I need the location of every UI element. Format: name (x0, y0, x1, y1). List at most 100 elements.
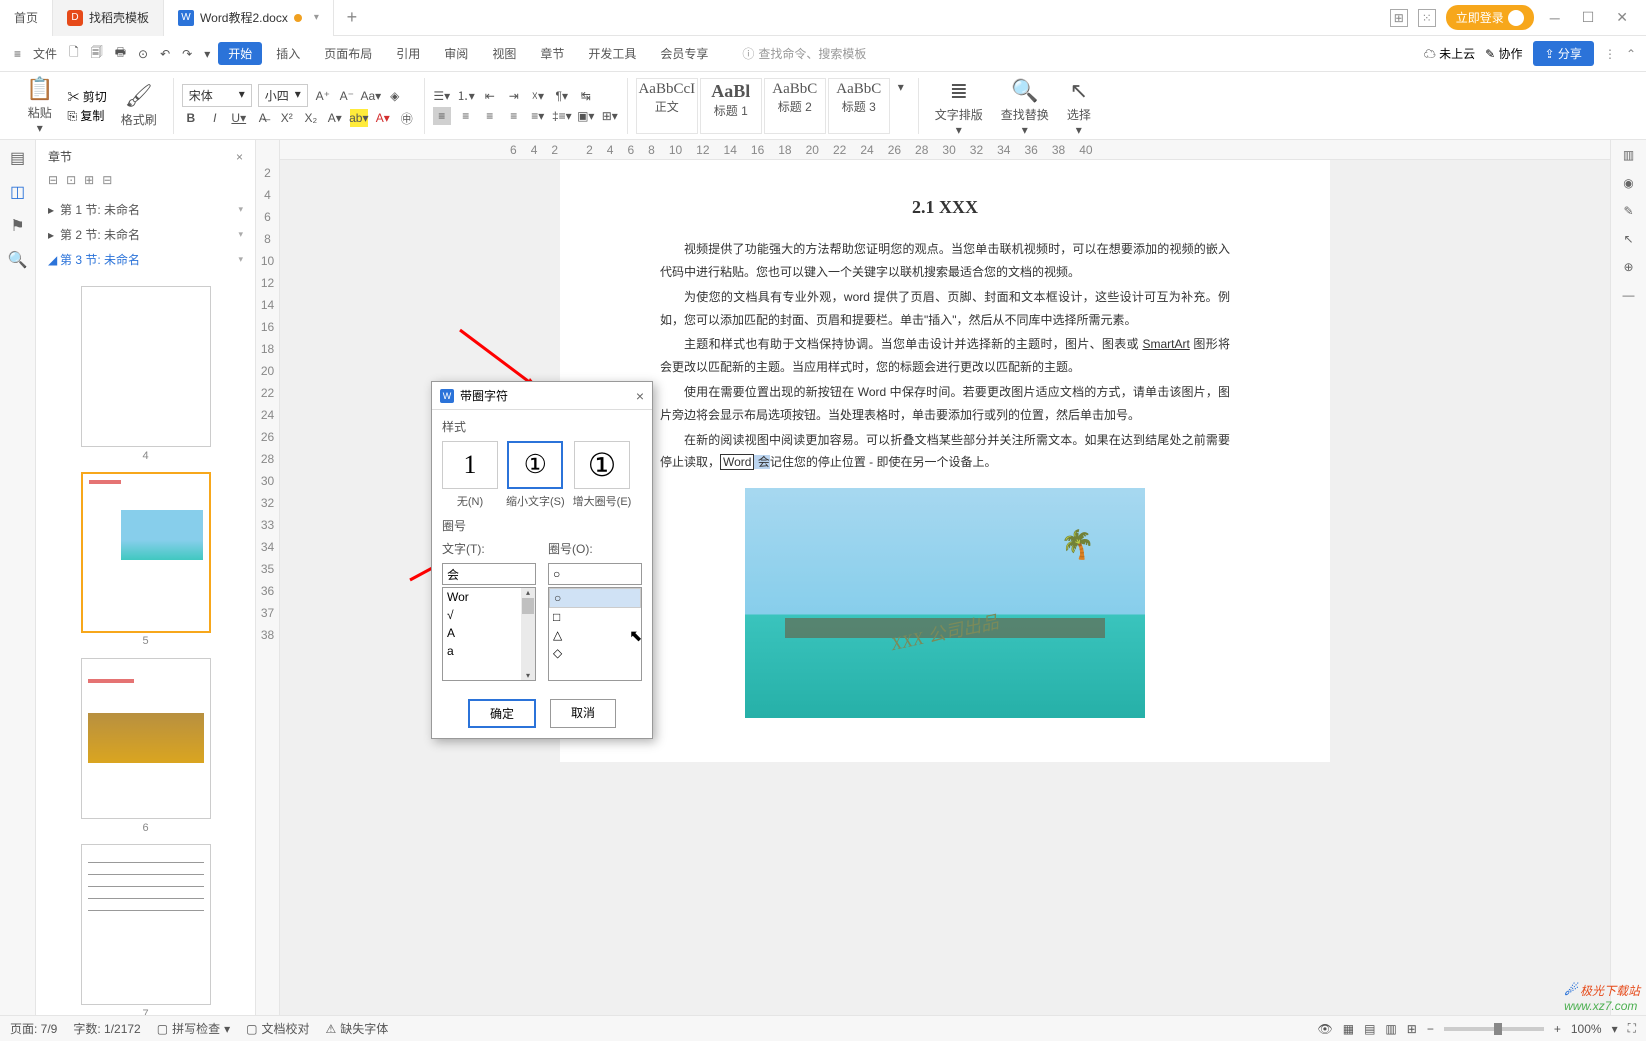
format-painter-button[interactable]: 🖌格式刷 (113, 83, 165, 128)
distribute-icon[interactable]: ≡▾ (529, 107, 547, 125)
panel-close-icon[interactable]: × (236, 150, 243, 164)
palette-icon[interactable]: ◉ (1623, 176, 1633, 190)
dialog-titlebar[interactable]: W 带圈字符 × (432, 382, 652, 410)
save-icon[interactable]: 🗋 (65, 41, 83, 66)
tree-item-3[interactable]: ◢第 3 节: 未命名▾ (48, 247, 243, 272)
clear-format-icon[interactable]: ◈ (386, 87, 404, 105)
tree-item-1[interactable]: ▸第 1 节: 未命名▾ (48, 197, 243, 222)
tabs-icon[interactable]: ↹ (577, 87, 595, 105)
spellcheck-toggle[interactable]: ▢ 拼写检查 ▾ (157, 1020, 230, 1037)
fullscreen-icon[interactable]: ⛶ (1628, 1021, 1636, 1036)
strikethrough-icon[interactable]: A̶ (254, 109, 272, 127)
style-h1[interactable]: AaBl标题 1 (700, 78, 762, 134)
menu-view[interactable]: 视图 (482, 42, 526, 65)
style-enlarge[interactable]: ①增大圈号(E) (573, 441, 632, 509)
font-name-select[interactable]: 宋体▾ (182, 84, 252, 107)
paste-button[interactable]: 📋粘贴▾ (18, 76, 61, 135)
cut-button[interactable]: ✂ 剪切 (67, 88, 106, 105)
maximize-button[interactable]: ☐ (1576, 9, 1601, 26)
show-marks-icon[interactable]: ¶▾ (553, 87, 571, 105)
ring-input[interactable] (548, 563, 642, 585)
select-button[interactable]: ↖选择▾ (1059, 78, 1099, 134)
superscript-icon[interactable]: X² (278, 109, 296, 127)
dialog-cancel-button[interactable]: 取消 (550, 699, 616, 728)
enclose-char-icon[interactable]: ㊥ (398, 109, 416, 127)
missing-fonts[interactable]: ⚠ 缺失字体 (325, 1020, 388, 1037)
menu-references[interactable]: 引用 (386, 42, 430, 65)
highlight-icon[interactable]: ab▾ (350, 109, 368, 127)
word-count[interactable]: 字数: 1/2172 (73, 1020, 140, 1037)
bold-icon[interactable]: B (182, 109, 200, 127)
grid-icon[interactable]: ⊞ (1390, 9, 1408, 27)
text-input[interactable] (442, 563, 536, 585)
italic-icon[interactable]: I (206, 109, 224, 127)
shading-icon[interactable]: ▣▾ (577, 107, 595, 125)
print-icon[interactable]: 🖶 (111, 41, 130, 66)
style-h3[interactable]: AaBbC标题 3 (828, 78, 890, 134)
thumb-5[interactable]: 5 (81, 472, 211, 633)
redo-icon[interactable]: ↷ (178, 45, 196, 63)
style-shrink[interactable]: ①缩小文字(S) (506, 441, 565, 509)
menu-section[interactable]: 章节 (530, 42, 574, 65)
a-icon[interactable]: ⊕ (1623, 260, 1633, 274)
view-print-icon[interactable]: ▦ (1343, 1022, 1354, 1036)
remove-section-icon[interactable]: ⊟ (102, 173, 112, 187)
bullets-icon[interactable]: ☰▾ (433, 87, 451, 105)
pin-icon[interactable]: ▥ (1623, 148, 1634, 162)
align-center-icon[interactable]: ≡ (457, 107, 475, 125)
dialog-ok-button[interactable]: 确定 (468, 699, 536, 728)
tool-icon[interactable]: — (1623, 288, 1635, 302)
menu-page-layout[interactable]: 页面布局 (314, 42, 382, 65)
sections-icon[interactable]: ◫ (10, 182, 25, 202)
coop-button[interactable]: ✎ 协作 (1485, 45, 1522, 62)
font-size-select[interactable]: 小四▾ (258, 84, 308, 107)
minimize-button[interactable]: ─ (1544, 10, 1566, 26)
ring-list[interactable]: ○ □ △ ◇ (548, 587, 642, 681)
preview-icon[interactable]: ⊙ (134, 45, 152, 63)
style-normal[interactable]: AaBbCcI正文 (636, 78, 698, 134)
menu-start[interactable]: 开始 (218, 42, 262, 65)
thumb-4[interactable]: 4 (81, 286, 211, 447)
zoom-out-icon[interactable]: − (1427, 1022, 1434, 1036)
tab-templates[interactable]: D找稻壳模板 (53, 0, 164, 36)
text-list[interactable]: Wor √ A a ▴▾ (442, 587, 536, 681)
expand-all-icon[interactable]: ⊟ (48, 173, 58, 187)
thumb-6[interactable]: 6 (81, 658, 211, 819)
tab-document[interactable]: WWord教程2.docx▾ (164, 0, 334, 36)
command-search[interactable]: ⓘ 查找命令、搜索模板 (742, 45, 866, 62)
decrease-font-icon[interactable]: A⁻ (338, 87, 356, 105)
new-tab-button[interactable]: + (334, 7, 370, 28)
align-right-icon[interactable]: ≡ (481, 107, 499, 125)
find-replace-button[interactable]: 🔍查找替换▾ (993, 78, 1057, 134)
numbering-icon[interactable]: ⒈▾ (457, 87, 475, 105)
more-icon[interactable]: ⋮ (1604, 47, 1616, 61)
document-image[interactable]: 🌴 XXX 公司出品 (745, 488, 1145, 718)
menu-devtools[interactable]: 开发工具 (578, 42, 646, 65)
zoom-level[interactable]: 100% (1571, 1022, 1602, 1036)
sort-icon[interactable]: ☓▾ (529, 87, 547, 105)
style-none[interactable]: 1无(N) (442, 441, 498, 509)
style-h2[interactable]: AaBbC标题 2 (764, 78, 826, 134)
underline-icon[interactable]: U▾ (230, 109, 248, 127)
indent-dec-icon[interactable]: ⇤ (481, 87, 499, 105)
dropdown-icon[interactable]: ▾ (200, 45, 214, 63)
zoom-slider[interactable] (1444, 1027, 1544, 1031)
text-effects-icon[interactable]: A▾ (326, 109, 344, 127)
zoom-in-icon[interactable]: + (1554, 1022, 1561, 1036)
styles-more-icon[interactable]: ▾ (892, 78, 910, 96)
font-color-icon[interactable]: A▾ (374, 109, 392, 127)
tab-dropdown-icon[interactable]: ▾ (314, 12, 319, 23)
undo-icon[interactable]: ↶ (156, 45, 174, 63)
subscript-icon[interactable]: X₂ (302, 109, 320, 127)
increase-font-icon[interactable]: A⁺ (314, 87, 332, 105)
menu-insert[interactable]: 插入 (266, 42, 310, 65)
login-button[interactable]: 立即登录 (1446, 5, 1534, 30)
outline-icon[interactable]: ▤ (10, 148, 25, 168)
pointer-icon[interactable]: ↖ (1623, 232, 1633, 246)
add-section-icon[interactable]: ⊞ (84, 173, 94, 187)
align-left-icon[interactable]: ≡ (433, 107, 451, 125)
indent-inc-icon[interactable]: ⇥ (505, 87, 523, 105)
align-justify-icon[interactable]: ≡ (505, 107, 523, 125)
proof-button[interactable]: ▢ 文档校对 (246, 1020, 309, 1037)
menu-review[interactable]: 审阅 (434, 42, 478, 65)
